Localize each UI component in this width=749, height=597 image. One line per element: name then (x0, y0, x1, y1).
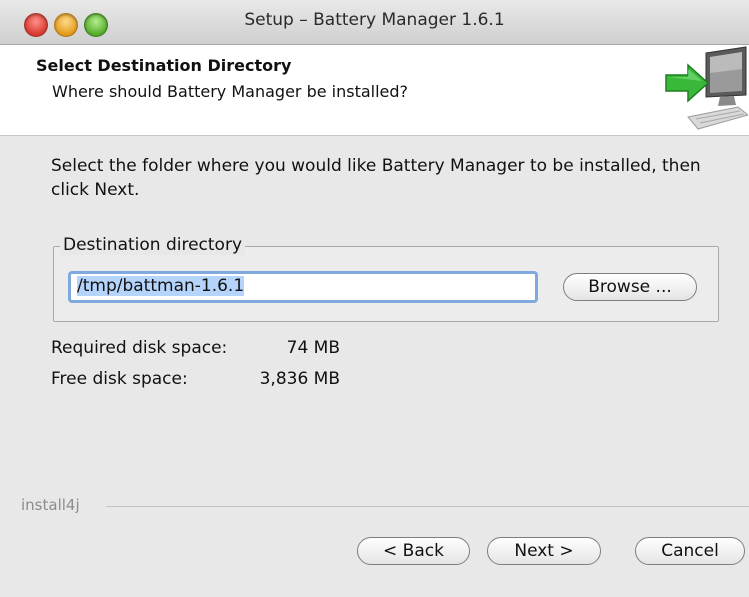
free-space-label: Free disk space: (51, 369, 188, 389)
free-space-value: 3,836 MB (259, 369, 340, 389)
required-space-value: 74 MB (286, 338, 340, 358)
wizard-header: Select Destination Directory Where shoul… (0, 45, 749, 136)
back-button[interactable]: < Back (357, 537, 470, 565)
destination-group-label: Destination directory (60, 235, 246, 255)
destination-directory-value: /tmp/battman-1.6.1 (77, 276, 245, 296)
footer-divider (106, 506, 749, 507)
cancel-button[interactable]: Cancel (635, 537, 745, 565)
install4j-brand: install4j (21, 496, 80, 514)
page-title: Select Destination Directory (36, 56, 292, 75)
page-subtitle: Where should Battery Manager be installe… (52, 82, 409, 101)
next-button[interactable]: Next > (487, 537, 601, 565)
setup-window: Setup – Battery Manager 1.6.1 Select Des… (0, 0, 749, 597)
destination-directory-group: Destination directory /tmp/battman-1.6.1… (53, 235, 719, 322)
installer-computer-arrow-icon (665, 46, 748, 130)
window-title: Setup – Battery Manager 1.6.1 (244, 10, 505, 30)
title-bar[interactable]: Setup – Battery Manager 1.6.1 (0, 0, 749, 45)
instruction-text: Select the folder where you would like B… (51, 156, 701, 200)
browse-button[interactable]: Browse ... (563, 273, 697, 301)
required-space-label: Required disk space: (51, 338, 228, 358)
destination-directory-input[interactable]: /tmp/battman-1.6.1 (68, 271, 538, 303)
